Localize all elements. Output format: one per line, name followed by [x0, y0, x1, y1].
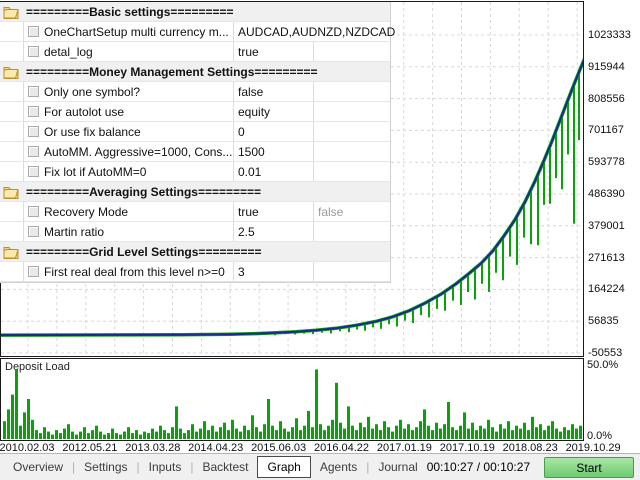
y-axis-tick-label: 1023333 [588, 29, 631, 41]
deposit-min-label: 0.0% [587, 430, 613, 442]
param-name: OneChartSetup multi currency m... [44, 25, 229, 39]
settings-param-row[interactable]: First real deal from this level n>=0 3 [0, 262, 390, 282]
y-axis-tick-label: 56835 [588, 315, 619, 328]
tab-settings[interactable]: Settings [75, 457, 136, 477]
param-checkbox[interactable] [28, 266, 39, 277]
param-name: detal_log [44, 45, 93, 59]
param-name: Fix lot if AutoMM=0 [44, 165, 147, 179]
tab-inputs[interactable]: Inputs [140, 457, 191, 477]
settings-param-row[interactable]: Martin ratio 2.5 [0, 222, 390, 242]
param-checkbox[interactable] [28, 126, 39, 137]
y-axis-tick-label: 379001 [588, 219, 625, 232]
param-checkbox[interactable] [28, 86, 39, 97]
settings-param-row[interactable]: Fix lot if AutoMM=0 0.01 [0, 162, 390, 182]
start-button[interactable]: Start [544, 456, 634, 478]
param-value[interactable]: 0.01 [238, 162, 261, 182]
settings-section-row[interactable]: =========Averaging Settings========= [0, 182, 390, 202]
deposit-load-panel: Deposit Load [0, 358, 584, 441]
section-label: =========Averaging Settings========= [26, 185, 262, 199]
param-value[interactable]: true [238, 42, 259, 62]
param-name: Or use fix balance [44, 125, 141, 139]
section-label: =========Money Management Settings======… [26, 65, 318, 79]
param-value[interactable]: AUDCAD,AUDNZD,NZDCAD [238, 22, 395, 42]
param-value[interactable]: 3 [238, 262, 245, 282]
settings-param-row[interactable]: Recovery Mode true false [0, 202, 390, 222]
section-label: =========Grid Level Settings========= [26, 245, 262, 259]
tester-tab-bar: Overview | Settings | Inputs | Backtest Graph Ag… [0, 453, 640, 480]
param-name: AutoMM. Aggressive=1000, Cons... [44, 145, 233, 159]
y-axis-tick-label: -50553 [588, 347, 623, 359]
settings-section-row[interactable]: =========Basic settings========= [0, 2, 390, 22]
param-checkbox[interactable] [28, 226, 39, 237]
param-value[interactable]: 1500 [238, 142, 265, 162]
settings-param-row[interactable]: Only one symbol? false [0, 82, 390, 102]
param-extra-value: false [318, 205, 344, 219]
param-checkbox[interactable] [28, 146, 39, 157]
test-timer: 00:10:27 / 00:10:27 [426, 460, 531, 474]
param-checkbox[interactable] [28, 26, 39, 37]
tab-agents[interactable]: Agents [311, 457, 366, 477]
settings-param-row[interactable]: Or use fix balance 0 [0, 122, 390, 142]
y-axis-tick-label: 701167 [588, 124, 624, 137]
section-label: =========Basic settings========= [26, 5, 234, 19]
strategy-tester-window: 1023333 915944 808556 701167 593778 486390 379… [0, 0, 640, 480]
deposit-load-canvas [3, 369, 582, 439]
tab-graph[interactable]: Graph [257, 456, 311, 478]
settings-param-row[interactable]: detal_log true [0, 42, 390, 62]
y-axis-tick-label: 271613 [588, 251, 625, 264]
y-axis-tick-label: 593778 [588, 156, 625, 169]
tab-backtest[interactable]: Backtest [193, 457, 257, 477]
y-axis-tick-label: 808556 [588, 92, 625, 105]
settings-param-row[interactable]: AutoMM. Aggressive=1000, Cons... 1500 [0, 142, 390, 162]
param-checkbox[interactable] [28, 106, 39, 117]
param-value[interactable]: 2.5 [238, 222, 255, 242]
tab-journal[interactable]: Journal [369, 457, 426, 477]
settings-section-row[interactable]: =========Money Management Settings======… [0, 62, 390, 82]
param-name: For autolot use [44, 105, 125, 119]
param-value[interactable]: true [238, 202, 259, 222]
y-axis-tick-label: 486390 [588, 188, 625, 200]
deposit-max-label: 50.0% [587, 359, 619, 371]
param-name: Recovery Mode [44, 205, 129, 219]
param-name: Only one symbol? [44, 85, 141, 99]
param-value[interactable]: equity [238, 102, 270, 122]
input-settings-table: =========Basic settings========= OneChart… [0, 2, 395, 283]
param-name: Martin ratio [44, 225, 105, 239]
param-value[interactable]: 0 [238, 122, 245, 142]
y-axis-tick-label: 915944 [588, 60, 625, 73]
param-value[interactable]: false [238, 82, 263, 102]
settings-section-row[interactable]: =========Grid Level Settings========= [0, 242, 390, 262]
param-checkbox[interactable] [28, 206, 39, 217]
param-checkbox[interactable] [28, 46, 39, 57]
settings-param-row[interactable]: For autolot use equity [0, 102, 390, 122]
y-axis-tick-label: 164224 [588, 283, 625, 296]
tab-overview[interactable]: Overview [4, 457, 72, 477]
settings-param-row[interactable]: OneChartSetup multi currency m... AUDCAD,… [0, 22, 395, 42]
tabs-container: Overview | Settings | Inputs | Backtest Graph Ag… [4, 456, 427, 478]
param-name: First real deal from this level n>=0 [44, 265, 225, 279]
param-checkbox[interactable] [28, 166, 39, 177]
